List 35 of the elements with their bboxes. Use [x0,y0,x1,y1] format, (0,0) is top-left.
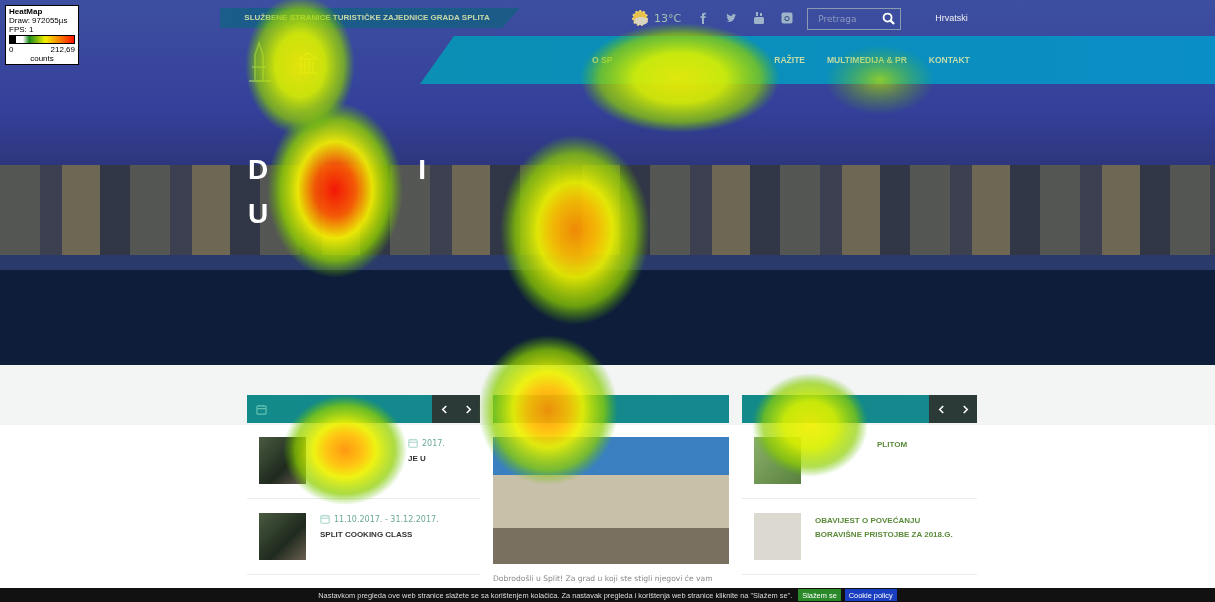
calendar-icon [256,403,267,415]
news-title-link[interactable]: PLITOM [877,438,908,452]
event-title-link[interactable]: JE U [408,452,426,466]
event-date: 2017. [422,438,445,448]
legend-unit: counts [29,54,55,63]
nav-link[interactable]: KONTAKT [928,55,970,65]
legend-max: 212,69 [50,45,75,54]
hero-heading-fragment: I [418,155,426,185]
temperature: 13°C [654,11,682,25]
search-field[interactable]: Pretraga [807,8,902,30]
calendar-icon [320,514,330,524]
search-icon[interactable] [882,12,896,25]
event-date: 11.10.2017. - 31.12.2017. [334,514,439,524]
photo-placeholder [259,513,306,560]
photo-placeholder [754,513,801,560]
legend-min: 0 [9,45,14,54]
legend-draw-time: Draw: 972055µs [9,16,69,25]
hero-heading-fragment: D [248,155,269,185]
legend-color-scale [9,35,75,44]
bird-icon[interactable] [725,12,738,24]
legend-fps: FPS: 1 [9,25,35,34]
chevron-right-icon [961,404,969,414]
chevron-right-icon [464,404,472,414]
nav-link[interactable]: RAŽITE [774,55,805,65]
video-icon[interactable] [753,12,766,24]
weather-icon [630,8,650,28]
hero-heading-fragment: U [248,199,270,229]
chevron-left-icon [440,404,448,414]
language-link[interactable]: Hrvatski [935,13,968,23]
legend-title: HeatMap [9,7,44,16]
calendar-icon [408,438,418,448]
camera-icon[interactable] [781,12,794,24]
chevron-left-icon [937,404,945,414]
news-title-link[interactable]: OBAVIJEST O POVEĆANJU BORAVIŠNE PRISTOJBE ZA 2018.G. [815,514,965,542]
event-title-link[interactable]: SPLIT COOKING CLASS [320,528,413,542]
